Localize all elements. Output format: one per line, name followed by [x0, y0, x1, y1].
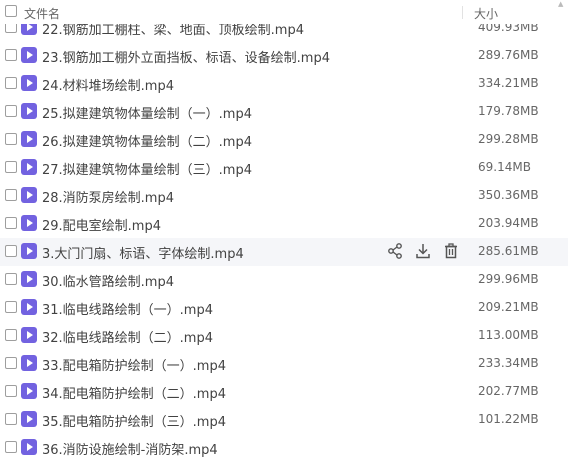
row-checkbox[interactable]: [5, 77, 17, 89]
file-name[interactable]: 26.拟建建筑物体量绘制（二）.mp4: [42, 131, 252, 150]
video-file-icon: [21, 75, 37, 91]
file-name[interactable]: 27.拟建建筑物体量绘制（三）.mp4: [42, 159, 252, 178]
file-row[interactable]: 34.配电箱防护绘制（二）.mp4 202.77MB: [0, 378, 568, 406]
row-checkbox[interactable]: [5, 133, 17, 145]
file-row[interactable]: 25.拟建建筑物体量绘制（一）.mp4 179.78MB: [0, 98, 568, 126]
file-size: 101.22MB: [478, 412, 539, 426]
row-checkbox[interactable]: [5, 49, 17, 61]
row-checkbox[interactable]: [5, 273, 17, 285]
file-size: 179.78MB: [478, 104, 539, 118]
file-row[interactable]: 29.配电室绘制.mp4 203.94MB: [0, 210, 568, 238]
file-row[interactable]: 26.拟建建筑物体量绘制（二）.mp4 299.28MB: [0, 126, 568, 154]
file-list-header: 文件名 大小: [0, 0, 568, 24]
row-checkbox[interactable]: [5, 301, 17, 313]
file-name[interactable]: 32.临电线路绘制（二）.mp4: [42, 327, 213, 346]
file-name[interactable]: 31.临电线路绘制（一）.mp4: [42, 299, 213, 318]
share-icon[interactable]: [386, 242, 406, 262]
row-checkbox[interactable]: [5, 245, 17, 257]
file-list: 22.钢筋加工棚柱、梁、地面、顶板绘制.mp4 409.93MB 23.钢筋加工棚外…: [0, 14, 568, 462]
file-name[interactable]: 34.配电箱防护绘制（二）.mp4: [42, 383, 226, 402]
file-size: 203.94MB: [478, 216, 539, 230]
download-icon[interactable]: [414, 242, 434, 262]
row-checkbox[interactable]: [5, 357, 17, 369]
file-row[interactable]: 27.拟建建筑物体量绘制（三）.mp4 69.14MB: [0, 154, 568, 182]
row-checkbox[interactable]: [5, 413, 17, 425]
column-header-size[interactable]: 大小: [474, 5, 498, 22]
file-name[interactable]: 23.钢筋加工棚外立面挡板、标语、设备绘制.mp4: [42, 47, 330, 66]
row-checkbox[interactable]: [5, 217, 17, 229]
file-row[interactable]: 31.临电线路绘制（一）.mp4 209.21MB: [0, 294, 568, 322]
file-row[interactable]: 36.消防设施绘制-消防架.mp4: [0, 434, 568, 462]
file-row[interactable]: 33.配电箱防护绘制（一）.mp4 233.34MB: [0, 350, 568, 378]
video-file-icon: [21, 187, 37, 203]
file-row[interactable]: 35.配电箱防护绘制（三）.mp4 101.22MB: [0, 406, 568, 434]
video-file-icon: [21, 103, 37, 119]
video-file-icon: [21, 383, 37, 399]
file-size: 299.96MB: [478, 272, 539, 286]
video-file-icon: [21, 215, 37, 231]
row-checkbox[interactable]: [5, 189, 17, 201]
file-size: 289.76MB: [478, 48, 539, 62]
file-row[interactable]: 30.临水管路绘制.mp4 299.96MB: [0, 266, 568, 294]
file-row[interactable]: 24.材料堆场绘制.mp4 334.21MB: [0, 70, 568, 98]
file-name[interactable]: 36.消防设施绘制-消防架.mp4: [42, 439, 218, 458]
file-name[interactable]: 35.配电箱防护绘制（三）.mp4: [42, 411, 226, 430]
file-size: 233.34MB: [478, 356, 539, 370]
file-size: 209.21MB: [478, 300, 539, 314]
video-file-icon: [21, 47, 37, 63]
file-name[interactable]: 24.材料堆场绘制.mp4: [42, 75, 174, 94]
row-checkbox[interactable]: [5, 161, 17, 173]
row-checkbox[interactable]: [5, 441, 17, 453]
file-row[interactable]: 3.大门门扇、标语、字体绘制.mp4 285.61MB: [0, 238, 568, 266]
video-file-icon: [21, 299, 37, 315]
file-size: 350.36MB: [478, 188, 539, 202]
video-file-icon: [21, 355, 37, 371]
file-name[interactable]: 25.拟建建筑物体量绘制（一）.mp4: [42, 103, 252, 122]
select-all-checkbox[interactable]: [5, 5, 17, 17]
file-row[interactable]: 23.钢筋加工棚外立面挡板、标语、设备绘制.mp4 289.76MB: [0, 42, 568, 70]
file-size: 285.61MB: [478, 244, 539, 258]
row-checkbox[interactable]: [5, 385, 17, 397]
row-checkbox[interactable]: [5, 105, 17, 117]
column-header-name[interactable]: 文件名: [24, 5, 60, 22]
video-file-icon: [21, 271, 37, 287]
video-file-icon: [21, 439, 37, 455]
file-row[interactable]: 28.消防泵房绘制.mp4 350.36MB: [0, 182, 568, 210]
file-name[interactable]: 3.大门门扇、标语、字体绘制.mp4: [42, 243, 244, 262]
file-size: 202.77MB: [478, 384, 539, 398]
file-name[interactable]: 29.配电室绘制.mp4: [42, 215, 161, 234]
scroll-up-arrow-icon[interactable]: ▲: [558, 0, 568, 8]
file-size: 113.00MB: [478, 328, 539, 342]
video-file-icon: [21, 243, 37, 259]
video-file-icon: [21, 159, 37, 175]
video-file-icon: [21, 327, 37, 343]
file-size: 69.14MB: [478, 160, 531, 174]
row-checkbox[interactable]: [5, 329, 17, 341]
video-file-icon: [21, 411, 37, 427]
file-size: 299.28MB: [478, 132, 539, 146]
file-name[interactable]: 28.消防泵房绘制.mp4: [42, 187, 174, 206]
file-name[interactable]: 30.临水管路绘制.mp4: [42, 271, 174, 290]
file-row[interactable]: 32.临电线路绘制（二）.mp4 113.00MB: [0, 322, 568, 350]
video-file-icon: [21, 131, 37, 147]
file-name[interactable]: 33.配电箱防护绘制（一）.mp4: [42, 355, 226, 374]
delete-icon[interactable]: [442, 242, 462, 262]
file-size: 334.21MB: [478, 76, 539, 90]
column-divider[interactable]: [462, 6, 463, 19]
